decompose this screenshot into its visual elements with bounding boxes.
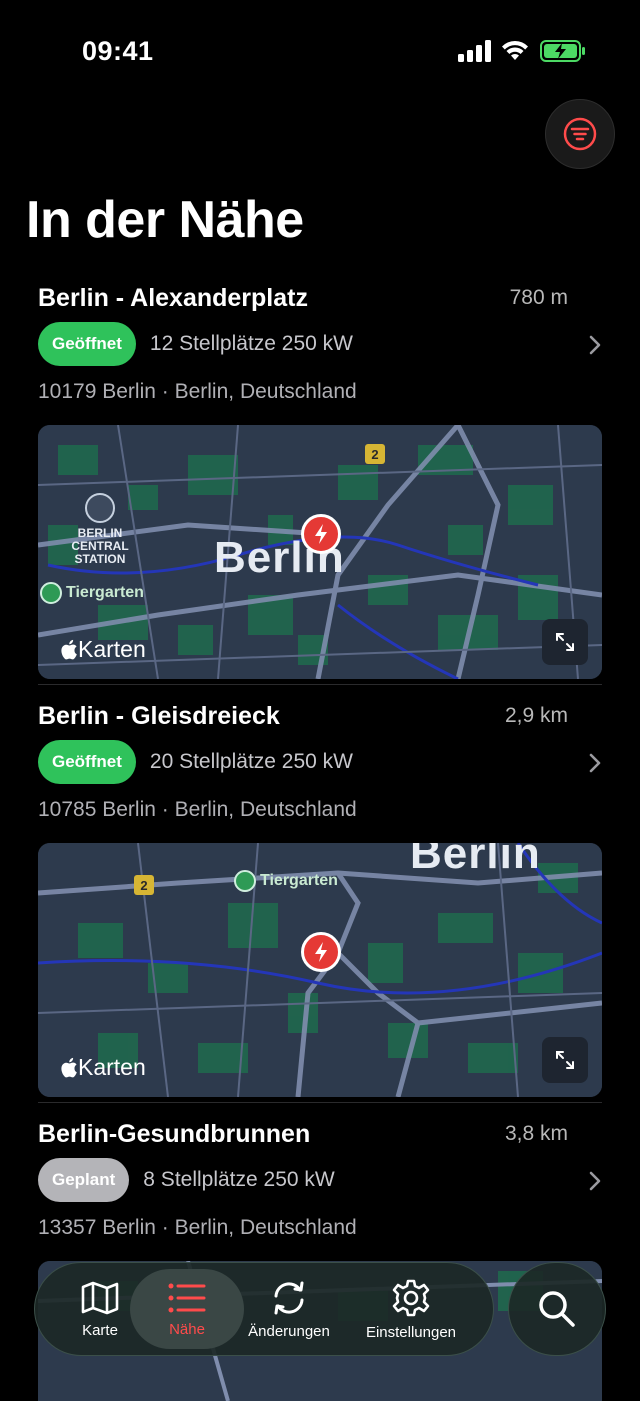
- station-info: 12 Stellplätze 250 kW: [149, 332, 353, 355]
- train-station-icon: [85, 493, 115, 523]
- map-poi-park: Tiergarten: [234, 870, 338, 892]
- station-name: Berlin-Gesundbrunnen: [38, 1120, 311, 1148]
- map-poi-park: Tiergarten: [40, 582, 144, 604]
- maps-attribution: Karten: [60, 636, 146, 663]
- station-distance: 2,9 km: [504, 704, 568, 727]
- lightning-icon: [315, 942, 327, 962]
- tab-label: Änderungen: [248, 1322, 330, 1340]
- tab-label: Nähe: [169, 1320, 205, 1338]
- station-name: Berlin - Alexanderplatz: [38, 284, 308, 312]
- battery-charging-icon: [540, 40, 585, 62]
- station-distance: 780 m: [509, 286, 568, 309]
- station-address: 10179 Berlin · Berlin, Deutschland: [38, 380, 357, 403]
- expand-icon: [556, 1051, 574, 1069]
- road-number-badge: 2: [365, 444, 385, 464]
- station-distance: 3,8 km: [504, 1122, 568, 1145]
- cellular-signal-icon: [458, 40, 491, 62]
- maps-attribution: Karten: [60, 1054, 146, 1081]
- station-info: 20 Stellplätze 250 kW: [149, 750, 353, 773]
- map-icon: [81, 1281, 119, 1314]
- status-badge: Geöffnet: [38, 322, 136, 366]
- tab-einstellungen[interactable]: Einstellungen: [353, 1263, 469, 1355]
- gear-icon: [392, 1279, 430, 1316]
- status-badge: Geplant: [38, 1158, 130, 1202]
- expand-map-button[interactable]: [542, 1037, 588, 1083]
- status-bar: 09:41: [0, 0, 640, 100]
- tab-karte[interactable]: Karte: [57, 1263, 143, 1355]
- map-city-label: Berlin: [410, 843, 541, 878]
- expand-icon: [556, 633, 574, 651]
- filter-icon: [563, 117, 597, 151]
- wifi-icon: [502, 40, 528, 60]
- search-button[interactable]: [508, 1262, 606, 1356]
- station-address: 10785 Berlin · Berlin, Deutschland: [38, 798, 357, 821]
- search-icon: [539, 1291, 575, 1327]
- station-address: 13357 Berlin · Berlin, Deutschland: [38, 1216, 357, 1239]
- chevron-right-icon: [589, 1171, 601, 1191]
- tab-label: Einstellungen: [365, 1323, 457, 1341]
- road-number-badge: 2: [134, 875, 154, 895]
- lightning-icon: [315, 524, 327, 544]
- chevron-right-icon: [589, 335, 601, 355]
- map-preview[interactable]: 2 BERLIN CENTRAL STATION Tiergarten Berl…: [38, 425, 602, 679]
- apple-logo-icon: [61, 1057, 77, 1078]
- station-info: 8 Stellplätze 250 kW: [143, 1168, 335, 1191]
- tab-label: Karte: [82, 1321, 118, 1339]
- status-time: 09:41: [82, 36, 154, 66]
- expand-map-button[interactable]: [542, 619, 588, 665]
- divider: [38, 684, 602, 685]
- refresh-icon: [274, 1281, 304, 1314]
- tree-icon: [40, 582, 62, 604]
- tab-bar: Karte Nähe Änderungen Einstellungen: [34, 1262, 494, 1356]
- tab-naehe[interactable]: Nähe: [143, 1263, 231, 1355]
- filter-button[interactable]: [545, 99, 615, 169]
- charging-station-pin[interactable]: [301, 932, 341, 972]
- station-card[interactable]: Berlin - Gleisdreieck 2,9 km Geöffnet 20…: [38, 702, 602, 1102]
- map-poi-station: BERLIN CENTRAL STATION: [68, 493, 132, 566]
- tree-icon: [234, 870, 256, 892]
- map-preview[interactable]: Berlin 2 Tiergarten Karten: [38, 843, 602, 1097]
- list-icon: [168, 1283, 206, 1312]
- charging-station-pin[interactable]: [301, 514, 341, 554]
- station-card[interactable]: Berlin - Alexanderplatz 780 m Geöffnet 1…: [38, 284, 602, 684]
- station-name: Berlin - Gleisdreieck: [38, 702, 280, 730]
- apple-logo-icon: [61, 639, 77, 660]
- divider: [38, 1102, 602, 1103]
- chevron-right-icon: [589, 753, 601, 773]
- status-badge: Geöffnet: [38, 740, 136, 784]
- page-title: In der Nähe: [26, 191, 304, 249]
- tab-aenderungen[interactable]: Änderungen: [237, 1263, 341, 1355]
